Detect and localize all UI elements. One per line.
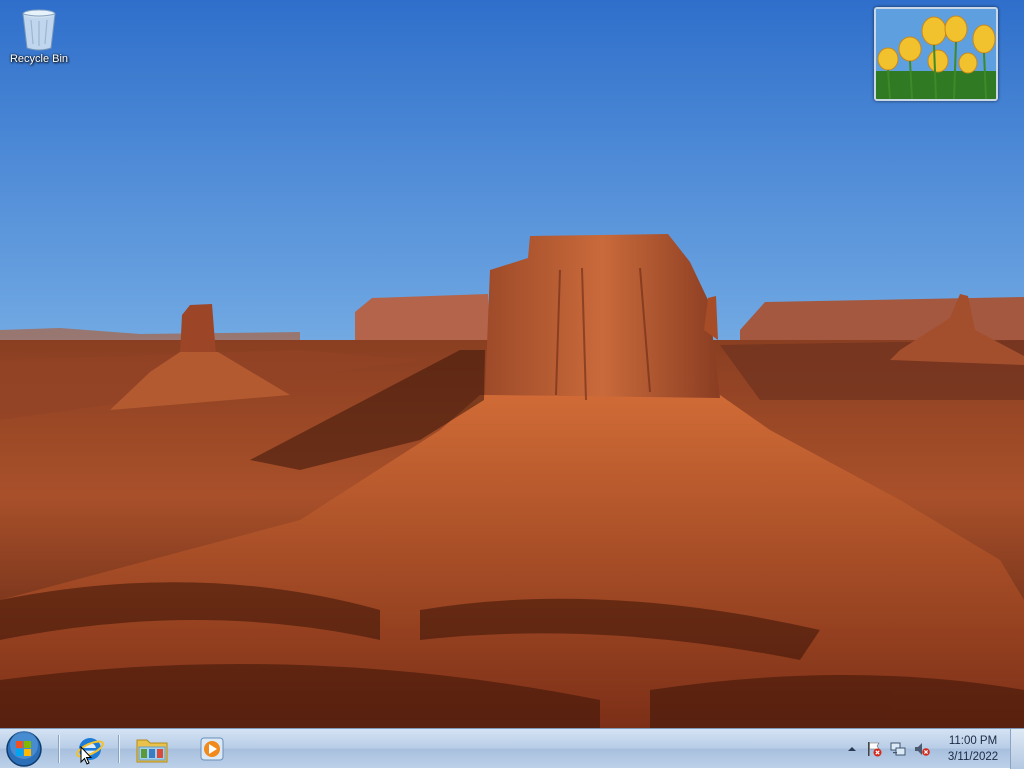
media-player-icon — [200, 737, 224, 761]
taskbar-separator — [58, 735, 59, 763]
folder-icon — [136, 739, 168, 763]
notification-area — [840, 729, 940, 769]
desktop[interactable]: Recycle Bin — [0, 0, 1024, 728]
volume-muted-icon[interactable] — [914, 741, 930, 757]
clock-date: 3/11/2022 — [947, 751, 999, 763]
taskbar-separator — [118, 735, 119, 763]
desktop-wallpaper — [0, 0, 1024, 728]
network-icon[interactable] — [890, 741, 906, 757]
taskbar-button-windows-explorer[interactable] — [124, 731, 180, 767]
taskbar-clock[interactable]: 11:00 PM 3/11/2022 — [940, 733, 1006, 767]
clock-time: 11:00 PM — [948, 735, 998, 747]
start-button[interactable] — [4, 730, 44, 768]
desktop-icon-label: Recycle Bin — [9, 53, 69, 65]
recycle-bin-icon — [19, 6, 59, 52]
windows-orb-icon — [6, 731, 42, 767]
tulips-photo — [876, 9, 996, 99]
desktop-icon-recycle-bin[interactable]: Recycle Bin — [6, 6, 72, 76]
action-center-flag-icon[interactable] — [866, 741, 882, 757]
taskbar: 11:00 PM 3/11/2022 — [0, 728, 1024, 769]
mouse-cursor-icon — [80, 746, 92, 765]
show-desktop-button[interactable] — [1010, 729, 1024, 769]
show-hidden-icons-arrow[interactable] — [844, 741, 860, 757]
taskbar-button-media-player[interactable] — [184, 731, 240, 767]
slideshow-gadget[interactable] — [874, 7, 998, 101]
